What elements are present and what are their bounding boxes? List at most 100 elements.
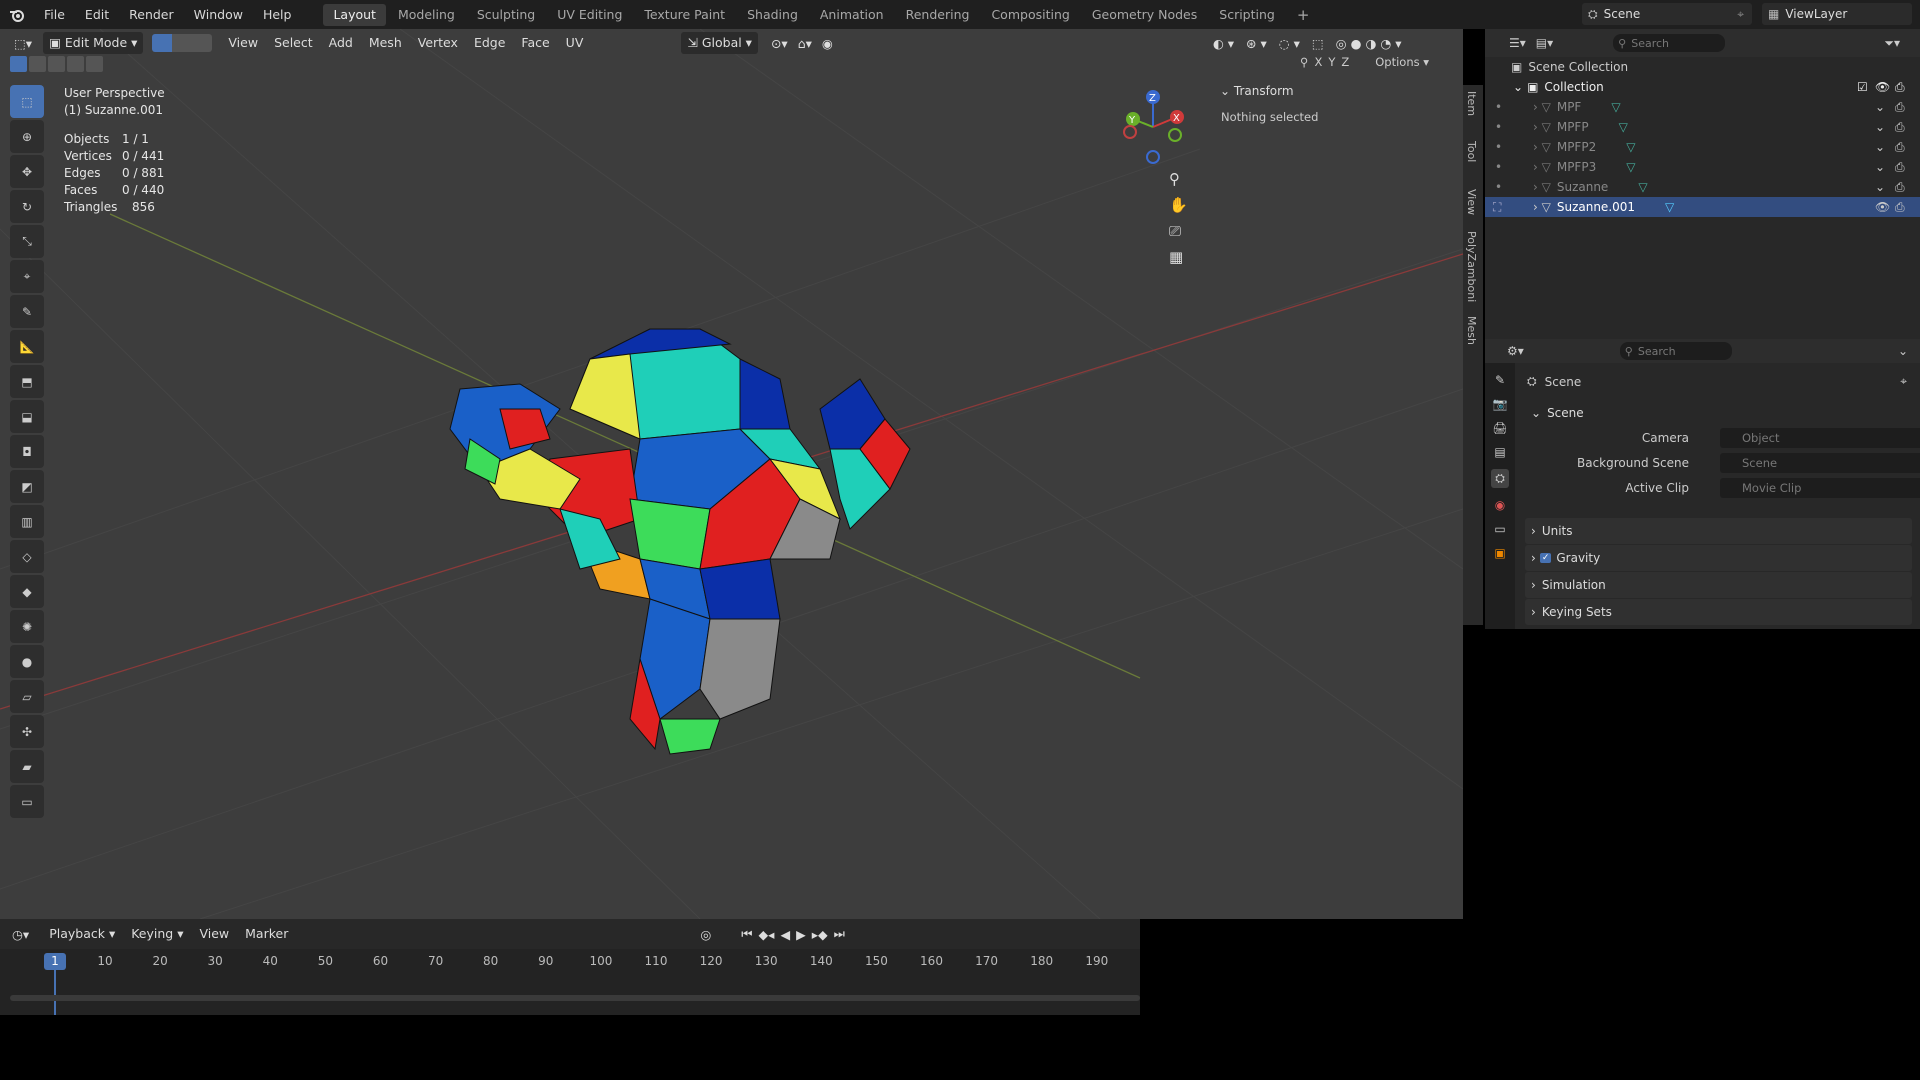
smooth-tool-icon[interactable]: ● [10,645,44,678]
outliner-search-input[interactable]: ⚲ Search [1613,34,1726,52]
add-cube-tool-icon[interactable]: ⬒ [10,365,44,398]
tab-scripting[interactable]: Scripting [1209,4,1285,26]
select-box-tool-icon[interactable]: ⬚ [10,85,44,118]
snap-icon[interactable]: ⌂▾ [798,36,812,51]
view-layer-tab-icon[interactable]: ▤ [1494,445,1505,459]
scene-selector[interactable]: ⛭ Scene ⌖ [1582,3,1752,25]
outliner-item[interactable]: • › ▽ MPFP3 ▽ ⌄ ⎙ [1485,157,1920,177]
scene-tab-icon[interactable]: ⛭ [1491,469,1509,488]
menu-add[interactable]: Add [321,32,361,54]
camera-icon[interactable]: ⎙ [1895,140,1905,155]
tab-tool[interactable]: Tool [1463,135,1480,168]
camera-icon[interactable]: ⎙ [1895,160,1905,175]
mirror-y-toggle[interactable]: Y [1328,55,1335,69]
filter-icon[interactable]: ⏷▾ [1884,36,1900,51]
view-layer-selector[interactable]: ▦ ViewLayer [1762,3,1912,25]
properties-search-input[interactable]: ⚲ Search [1619,342,1732,360]
eye-icon[interactable]: ⌄ [1875,120,1885,134]
display-mode-icon[interactable]: ▤▾ [1536,36,1553,50]
tab-rendering[interactable]: Rendering [896,4,980,26]
simulation-section[interactable]: › Simulation [1525,572,1912,598]
pin-icon[interactable]: ⌖ [1900,374,1907,389]
outliner-editor-icon[interactable]: ☰▾ [1509,36,1526,50]
tab-geometry-nodes[interactable]: Geometry Nodes [1082,4,1207,26]
outliner-item[interactable]: • › ▽ MPFP2 ▽ ⌄ ⎙ [1485,137,1920,157]
add-workspace-icon[interactable]: + [1287,4,1320,26]
ortho-grid-icon[interactable]: ▦ [1169,248,1188,266]
outliner-item[interactable]: • › ▽ MPF ▽ ⌄ ⎙ [1485,97,1920,117]
tool-tab-icon[interactable]: ✎ [1495,373,1505,387]
pivot-icon[interactable]: ⊙▾ [771,36,788,51]
poly-build-tool-icon[interactable]: ◆ [10,575,44,608]
scene-panel-header[interactable]: ⌄ Scene [1525,400,1915,425]
suzanne-mesh[interactable] [440,299,980,769]
navigation-gizmo[interactable]: Z X Y [1115,87,1185,167]
camera-field[interactable]: Object✎ [1720,427,1920,448]
shear-tool-icon[interactable]: ▰ [10,750,44,783]
eye-icon[interactable]: 👁 [1875,200,1890,214]
spin-tool-icon[interactable]: ✺ [10,610,44,643]
pan-hand-icon[interactable]: ✋ [1169,196,1188,214]
eye-icon[interactable]: ⌄ [1875,140,1885,154]
tab-animation[interactable]: Animation [810,4,894,26]
rotate-tool-icon[interactable]: ↻ [10,190,44,223]
vertex-select-icon[interactable] [152,34,173,52]
measure-tool-icon[interactable]: 📐 [10,330,44,363]
chevron-down-icon[interactable]: ⌄ [1898,344,1908,358]
gravity-checkbox[interactable]: ✓ [1539,553,1552,563]
menu-uv[interactable]: UV [558,32,592,54]
extrude-tool-icon[interactable]: ⬓ [10,400,44,433]
transform-tool-icon[interactable]: ⌖ [10,260,44,293]
mirror-z-toggle[interactable]: Z [1341,55,1349,69]
checkbox-icon[interactable]: ☑ [1857,80,1868,94]
menu-window[interactable]: Window [184,0,253,29]
tab-layout[interactable]: Layout [323,3,386,26]
camera-icon[interactable]: ⎙ [1895,100,1905,115]
tab-uv-editing[interactable]: UV Editing [547,4,632,26]
tab-compositing[interactable]: Compositing [981,4,1079,26]
zoom-icon[interactable]: ⚲ [1169,170,1188,188]
output-tab-icon[interactable]: 🖨 [1492,421,1507,435]
menu-edit[interactable]: Edit [75,0,119,29]
edge-select-icon[interactable] [172,34,193,52]
properties-editor-icon[interactable]: ⚙▾ [1507,344,1524,358]
outliner-item[interactable]: • › ▽ MPFP ▽ ⌄ ⎙ [1485,117,1920,137]
menu-render[interactable]: Render [119,0,184,29]
menu-help[interactable]: Help [253,0,302,29]
tab-view[interactable]: View [1463,183,1480,221]
eye-icon[interactable]: ⌄ [1875,160,1885,174]
blender-logo-icon[interactable] [0,0,34,29]
world-tab-icon[interactable]: ◉ [1495,498,1505,512]
face-select-icon[interactable] [192,34,213,52]
rip-tool-icon[interactable]: ▭ [10,785,44,818]
eye-icon[interactable]: ⌄ [1875,100,1885,114]
tab-item[interactable]: Item [1463,85,1480,122]
select-extend-icon[interactable] [29,56,46,72]
mirror-x-toggle[interactable]: X [1314,55,1322,69]
keying-sets-section[interactable]: › Keying Sets [1525,599,1912,625]
background-scene-field[interactable]: Scene [1720,452,1920,473]
object-tab-icon[interactable]: ▣ [1494,546,1505,560]
menu-vertex[interactable]: Vertex [410,32,466,54]
tab-sculpting[interactable]: Sculpting [467,4,545,26]
units-section[interactable]: › Units [1525,518,1912,544]
editor-type-icon[interactable]: ⬚▾ [14,36,32,51]
knife-tool-icon[interactable]: ◇ [10,540,44,573]
camera-icon[interactable]: ⎙ [1895,180,1905,195]
tab-modeling[interactable]: Modeling [388,4,465,26]
move-tool-icon[interactable]: ✥ [10,155,44,188]
tab-mesh[interactable]: Mesh [1463,310,1480,351]
menu-file[interactable]: File [34,0,75,29]
proportional-edit-icon[interactable]: ◉ [822,36,833,51]
active-clip-field[interactable]: Movie Clip [1720,477,1920,498]
annotate-tool-icon[interactable]: ✎ [10,295,44,328]
gravity-section[interactable]: › ✓ Gravity [1525,545,1912,571]
select-invert-icon[interactable] [67,56,84,72]
select-intersect-icon[interactable] [86,56,103,72]
select-subtract-icon[interactable] [48,56,65,72]
shrink-fatten-tool-icon[interactable]: ✣ [10,715,44,748]
tab-polyzamboni[interactable]: PolyZamboni [1463,225,1480,308]
viewport-shading-icons[interactable]: ◐▾ ⊛▾ ◌▾ ⬚ ◎●◑◔▾ [1213,36,1406,51]
menu-mesh[interactable]: Mesh [361,32,410,54]
mode-dropdown[interactable]: ▣ Edit Mode ▾ [43,32,144,54]
